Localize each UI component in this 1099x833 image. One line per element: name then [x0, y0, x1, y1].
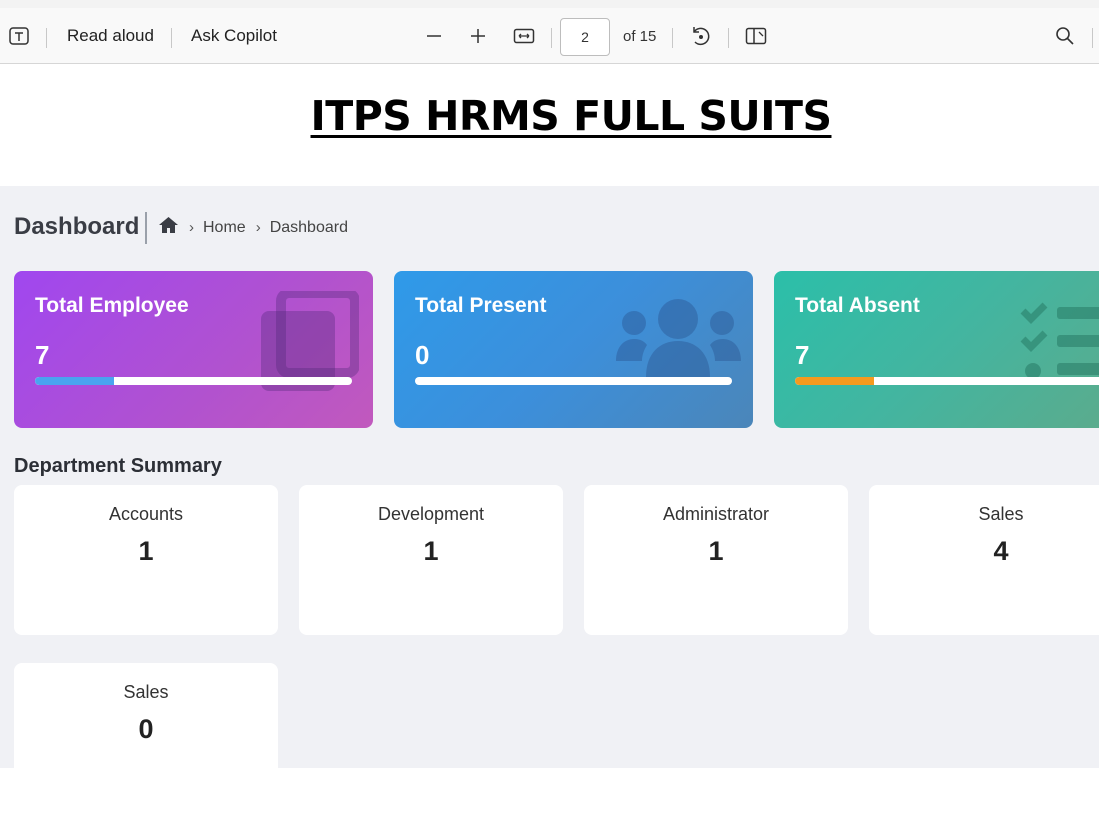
fit-width-icon[interactable]: [513, 8, 535, 64]
breadcrumb-divider: [145, 212, 147, 244]
checklist-icon: [1019, 299, 1099, 384]
chevron-right-icon: ›: [189, 219, 194, 236]
progress-bar: [415, 377, 732, 385]
toolbar-divider: [672, 28, 673, 48]
page-total-label: of 15: [623, 27, 657, 45]
department-card[interactable]: Administrator 1: [584, 485, 848, 635]
toolbar-divider: [171, 28, 172, 48]
toolbar-divider: [46, 28, 47, 48]
dashboard-panel: Dashboard › Home › Dashboard Total Emplo…: [0, 186, 1099, 768]
department-card[interactable]: Sales 0: [14, 663, 278, 768]
stat-value: 7: [35, 340, 50, 370]
document-title: ITPS HRMS FULL SUITS: [310, 92, 832, 140]
stat-value: 7: [795, 340, 810, 370]
breadcrumb-current: Dashboard: [269, 218, 348, 236]
page-view-icon[interactable]: [745, 8, 767, 64]
progress-bar: [795, 377, 1099, 385]
page-number-input[interactable]: [560, 18, 610, 56]
department-card[interactable]: Sales 4: [869, 485, 1099, 635]
section-title: Department Summary: [14, 455, 222, 477]
department-name: Sales: [123, 682, 169, 702]
window-top-strip: [0, 0, 1099, 8]
stat-card-total-present[interactable]: Total Present 0: [394, 271, 753, 428]
department-card[interactable]: Development 1: [299, 485, 563, 635]
department-name: Accounts: [108, 504, 184, 524]
department-count: 4: [993, 536, 1009, 566]
breadcrumb: › Home › Dashboard: [158, 216, 348, 239]
stat-value: 0: [415, 340, 430, 370]
chevron-right-icon: ›: [255, 219, 261, 236]
progress-fill: [35, 377, 115, 385]
search-icon[interactable]: [1055, 8, 1075, 64]
stat-card-total-absent[interactable]: Total Absent 7: [774, 271, 1099, 428]
department-count: 1: [423, 536, 439, 566]
home-icon[interactable]: [158, 216, 179, 239]
zoom-out-icon[interactable]: [425, 8, 443, 64]
rotate-icon[interactable]: [689, 8, 711, 64]
department-name: Development: [377, 504, 485, 524]
toolbar-divider: [551, 28, 552, 48]
department-count: 1: [708, 536, 724, 566]
department-count: 0: [138, 714, 154, 744]
stat-label: Total Employee: [35, 294, 189, 317]
department-name: Sales: [978, 504, 1024, 524]
stat-card-total-employee[interactable]: Total Employee 7: [14, 271, 373, 428]
page-title: Dashboard: [14, 213, 140, 240]
zoom-in-icon[interactable]: [469, 8, 487, 64]
department-card[interactable]: Accounts 1: [14, 485, 278, 635]
progress-bar: [35, 377, 352, 385]
toolbar-divider: [728, 28, 729, 48]
stat-label: Total Absent: [795, 294, 920, 317]
pdf-toolbar: Read aloud Ask Copilot of 15: [0, 8, 1099, 64]
text-format-icon[interactable]: [8, 8, 30, 64]
breadcrumb-home[interactable]: Home: [203, 219, 246, 237]
toolbar-divider: [1092, 28, 1093, 48]
read-aloud-button[interactable]: Read aloud: [67, 8, 154, 64]
progress-fill: [795, 377, 875, 385]
department-name: Administrator: [662, 504, 770, 524]
department-count: 1: [138, 536, 154, 566]
users-icon: [616, 297, 741, 382]
stat-label: Total Present: [415, 294, 547, 317]
ask-copilot-button[interactable]: Ask Copilot: [191, 8, 277, 64]
